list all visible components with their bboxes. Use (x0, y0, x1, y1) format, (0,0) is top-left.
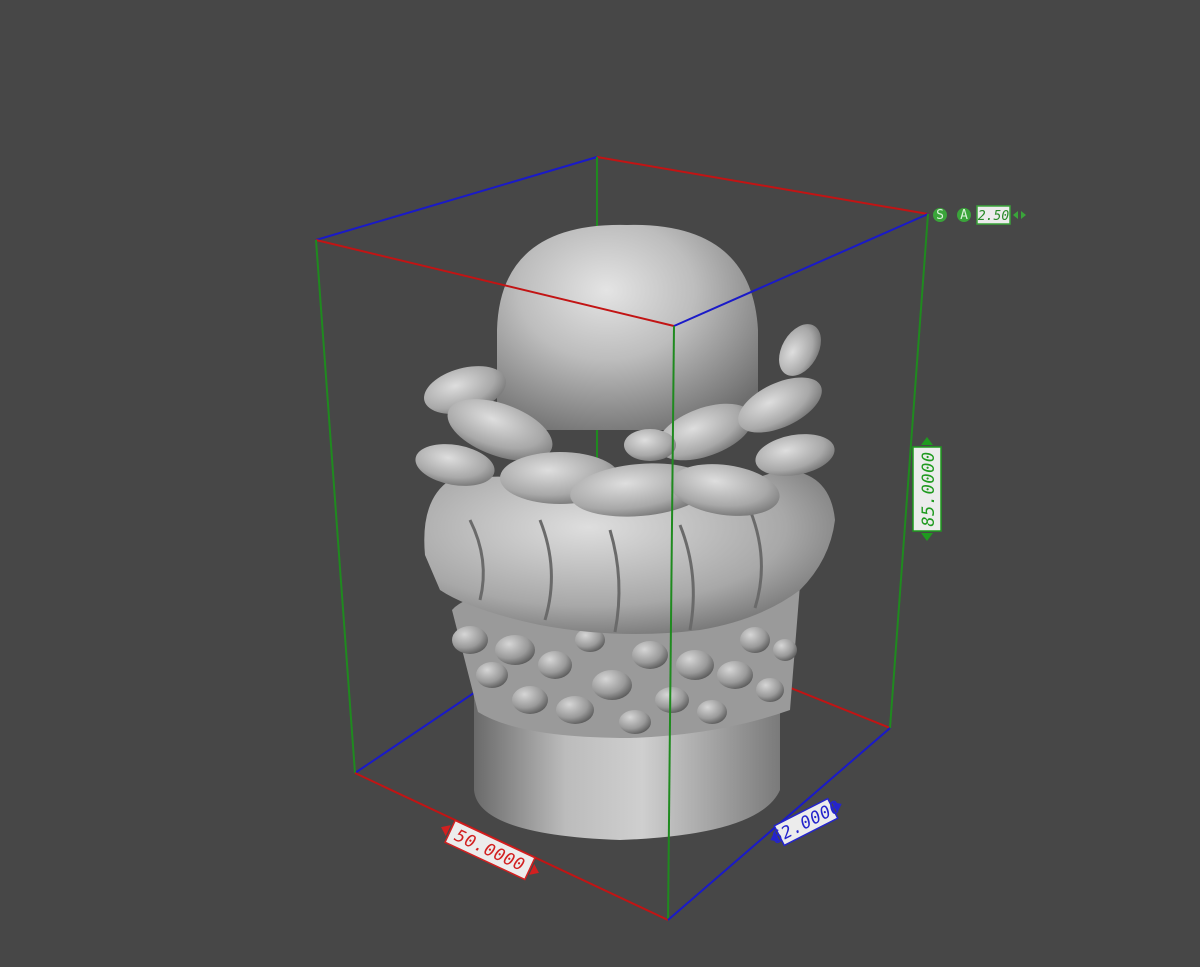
scale-control: S A 2.50 (933, 205, 1026, 225)
scene-canvas[interactable]: 50.0000 62.0000 85.0000 S A 2.50 (0, 0, 1200, 967)
scale-value-field[interactable]: 2.50 (976, 205, 1011, 225)
a-circle-icon[interactable]: A (957, 208, 971, 223)
model-dome (497, 224, 758, 430)
dimension-z-value: 85.0000 (919, 451, 939, 526)
3d-viewport[interactable]: 50.0000 62.0000 85.0000 S A 2.50 (0, 0, 1200, 967)
s-icon-label: S (936, 208, 944, 223)
scale-value-text: 2.50 (978, 209, 1009, 224)
s-circle-icon[interactable]: S (933, 208, 947, 223)
a-icon-label: A (960, 208, 968, 223)
3d-model[interactable] (412, 224, 838, 840)
dimension-y-label[interactable]: 62.0000 (765, 794, 846, 850)
left-right-arrows-icon[interactable] (1013, 211, 1026, 219)
dimension-z-label[interactable]: 85.0000 (912, 437, 942, 541)
bbox-edge-left-vertical (315, 239, 356, 774)
arrow-up-icon (921, 437, 933, 445)
arrow-down-icon (921, 533, 933, 541)
bbox-edge-back-top-x (596, 156, 929, 215)
bbox-edge-back-top-y (315, 156, 598, 241)
